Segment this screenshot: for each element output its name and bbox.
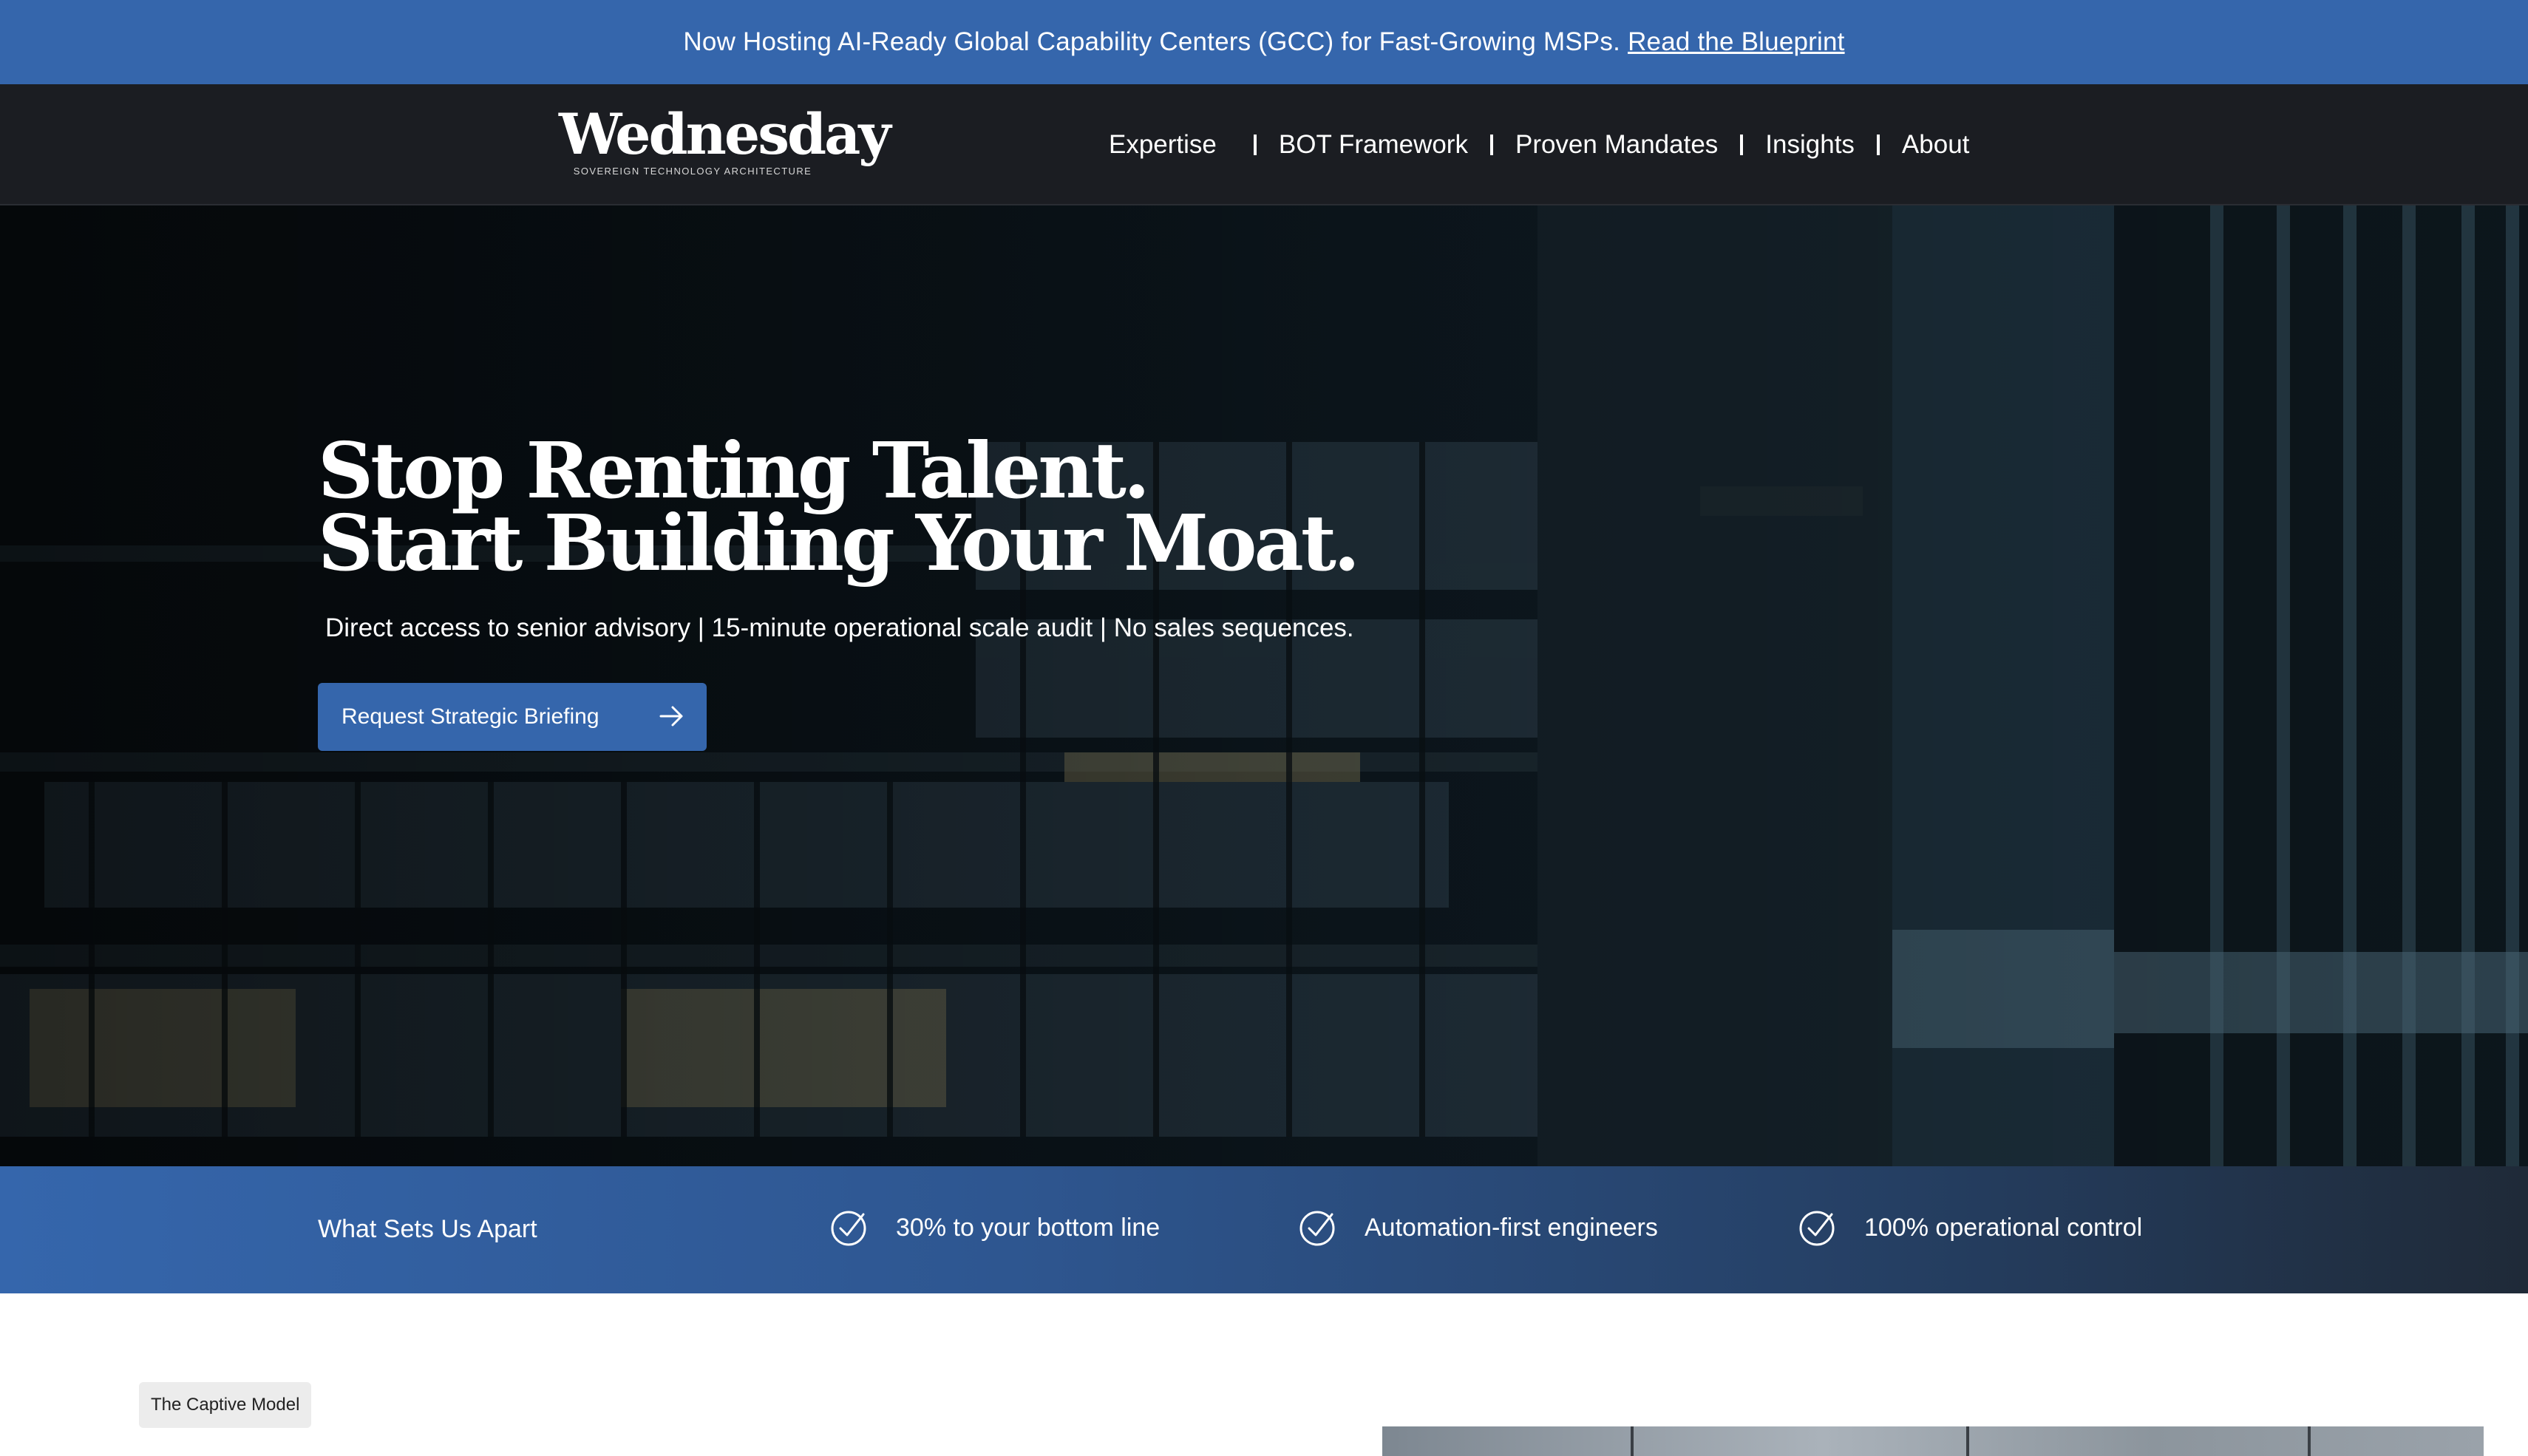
feature-item: 100% operational control [1798,1205,2142,1251]
announcement-bar: Now Hosting AI-Ready Global Capability C… [0,0,2528,84]
nav-divider [1740,135,1744,155]
main-nav: Expertise BOT Framework Proven Mandates … [1109,84,1969,205]
captive-model-section: The Captive Model [0,1293,2528,1456]
nav-about[interactable]: About [1902,130,1969,160]
section-tag: The Captive Model [139,1382,312,1428]
logo-wordmark: Wednesday [559,101,891,167]
check-circle-icon [1299,1211,1335,1246]
features-band: What Sets Us Apart 30% to your bottom li… [0,1166,2528,1293]
arrow-right-icon [659,706,683,727]
check-circle-icon [831,1211,866,1246]
hero-title: Stop Renting Talent. Start Building Your… [318,425,1360,588]
read-blueprint-link[interactable]: Read the Blueprint [1628,27,1845,57]
section-image [1382,1426,2484,1456]
feature-item: 30% to your bottom line [829,1205,1160,1251]
nav-divider [1489,135,1493,155]
feature-label: 30% to your bottom line [896,1213,1161,1242]
feature-label: 100% operational control [1864,1213,2143,1242]
feature-label: Automation-first engineers [1365,1213,1658,1242]
hero-title-line-1: Stop Renting Talent. [318,425,1150,516]
feature-item: Automation-first engineers [1298,1205,1658,1251]
hero-section: Stop Renting Talent. Start Building Your… [0,205,2528,1166]
nav-divider [1253,135,1257,155]
logo-tagline: SOVEREIGN TECHNOLOGY ARCHITECTURE [573,166,812,177]
hero-subtitle: Direct access to senior advisory | 15-mi… [325,613,1354,642]
hero-title-line-2: Start Building Your Moat. [318,497,1360,588]
nav-expertise[interactable]: Expertise [1109,130,1217,160]
announcement-text: Now Hosting AI-Ready Global Capability C… [683,27,1621,56]
nav-divider [1876,135,1880,155]
request-briefing-button[interactable]: Request Strategic Briefing [318,683,707,751]
request-briefing-label: Request Strategic Briefing [342,704,599,729]
site-header: Wednesday SOVEREIGN TECHNOLOGY ARCHITECT… [0,84,2528,205]
nav-bot-framework[interactable]: BOT Framework [1279,130,1468,160]
band-label: What Sets Us Apart [318,1215,537,1243]
nav-proven-mandates[interactable]: Proven Mandates [1515,130,1718,160]
check-circle-icon [1799,1211,1835,1246]
nav-insights[interactable]: Insights [1765,130,1855,160]
logo[interactable]: Wednesday SOVEREIGN TECHNOLOGY ARCHITECT… [559,101,891,180]
